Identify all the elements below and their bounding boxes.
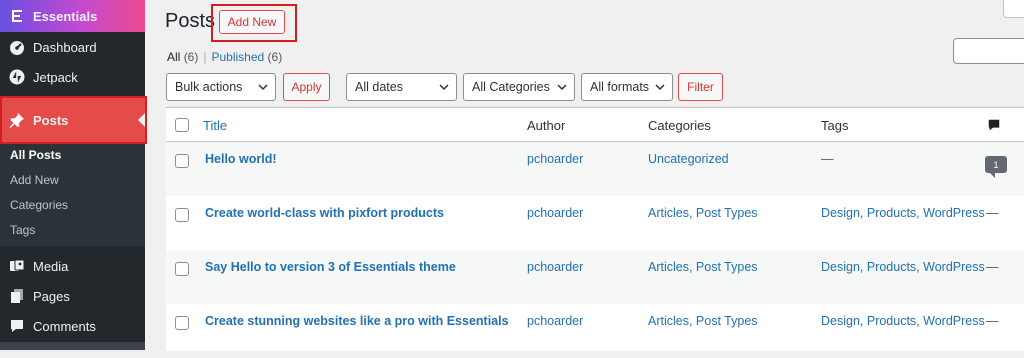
screen-options-tab[interactable] [1003, 0, 1024, 18]
post-categories[interactable]: Articles, Post Types [648, 314, 758, 328]
current-menu-arrow-icon [138, 113, 145, 127]
filter-button[interactable]: Filter [678, 73, 723, 101]
pushpin-icon [9, 112, 25, 128]
column-header-categories: Categories [648, 118, 711, 133]
pages-icon [9, 288, 25, 304]
post-categories[interactable]: Articles, Post Types [648, 206, 758, 220]
sidebar-item-jetpack[interactable]: Jetpack [0, 62, 145, 92]
chevron-down-icon [439, 84, 449, 91]
sidebar-item-essentials[interactable]: Essentials [0, 0, 145, 32]
bulk-actions-value: Bulk actions [175, 80, 243, 94]
post-title-link[interactable]: Create stunning websites like a pro with… [205, 314, 509, 328]
row-checkbox[interactable] [175, 262, 189, 276]
comment-count: — [986, 314, 999, 328]
bulk-actions-select[interactable]: Bulk actions [166, 73, 276, 101]
dates-filter-select[interactable]: All dates [346, 73, 457, 101]
formats-filter-select[interactable]: All formats [581, 73, 673, 101]
dashboard-icon [9, 39, 25, 55]
dates-filter-value: All dates [355, 80, 403, 94]
sidebar-item-label: Pages [33, 288, 70, 304]
table-row: Hello world! pchoarder Uncategorized — 1 [166, 142, 1024, 196]
submenu-item-tags[interactable]: Tags [10, 223, 35, 237]
sidebar-item-label: Posts [33, 112, 69, 128]
essentials-logo-icon [9, 8, 25, 24]
media-icon [9, 258, 25, 274]
post-tags[interactable]: Design, Products, WordPress [821, 260, 985, 274]
post-categories[interactable]: Uncategorized [648, 152, 729, 166]
post-title-link[interactable]: Say Hello to version 3 of Essentials the… [205, 260, 456, 274]
posts-submenu: All Posts Add New Categories Tags [0, 144, 145, 246]
post-categories[interactable]: Articles, Post Types [648, 260, 758, 274]
categories-filter-value: All Categories [472, 80, 550, 94]
comment-count: — [986, 206, 999, 220]
table-row: Say Hello to version 3 of Essentials the… [166, 250, 1024, 304]
post-title-link[interactable]: Create world-class with pixfort products [205, 206, 444, 220]
posts-table: Title Author Categories Tags Hello world… [166, 107, 1024, 351]
submenu-item-add-new[interactable]: Add New [10, 173, 59, 187]
post-author-link[interactable]: pchoarder [527, 260, 583, 274]
apply-button[interactable]: Apply [283, 73, 330, 101]
chevron-down-icon [258, 84, 268, 91]
column-header-title[interactable]: Title [203, 118, 227, 133]
sidebar-item-posts[interactable]: Posts [0, 98, 145, 142]
select-all-checkbox[interactable] [175, 118, 189, 132]
post-title-link[interactable]: Hello world! [205, 152, 277, 166]
view-all-count: (6) [183, 50, 199, 64]
sidebar-item-media[interactable]: Media [0, 251, 145, 281]
post-author-link[interactable]: pchoarder [527, 314, 583, 328]
row-checkbox[interactable] [175, 316, 189, 330]
table-row: Create world-class with pixfort products… [166, 196, 1024, 250]
column-header-tags: Tags [821, 118, 849, 133]
page-title: Posts [165, 10, 216, 32]
column-header-author: Author [527, 118, 566, 133]
row-checkbox[interactable] [175, 154, 189, 168]
search-posts-input[interactable] [953, 38, 1024, 64]
submenu-item-all-posts[interactable]: All Posts [10, 148, 61, 162]
views-separator: | [203, 50, 207, 64]
sidebar-item-pages[interactable]: Pages [0, 281, 145, 311]
comments-icon [9, 318, 25, 334]
post-tags: — [821, 152, 834, 166]
row-checkbox[interactable] [175, 208, 189, 222]
view-published-link[interactable]: Published [211, 50, 264, 64]
chevron-down-icon [557, 84, 567, 91]
post-tags[interactable]: Design, Products, WordPress [821, 206, 985, 220]
post-tags[interactable]: Design, Products, WordPress [821, 314, 985, 328]
sidebar-item-label: Jetpack [33, 69, 78, 85]
add-new-button[interactable]: Add New [219, 10, 285, 34]
post-status-views: All (6) | Published (6) [167, 50, 282, 64]
categories-filter-select[interactable]: All Categories [463, 73, 575, 101]
view-all-link[interactable]: All [167, 50, 180, 64]
view-published-count: (6) [267, 50, 283, 64]
comment-count-bubble[interactable]: 1 [985, 156, 1007, 178]
submenu-item-categories[interactable]: Categories [10, 198, 68, 212]
sidebar-item-label: Comments [33, 318, 96, 334]
post-author-link[interactable]: pchoarder [527, 152, 583, 166]
sidebar-item-label: Dashboard [33, 39, 97, 55]
sidebar-item-comments[interactable]: Comments [0, 311, 145, 341]
sidebar-brand-label: Essentials [33, 8, 98, 24]
chevron-down-icon [655, 84, 665, 91]
jetpack-icon [9, 69, 25, 85]
admin-sidebar: Essentials Dashboard Jetpack Posts All P… [0, 0, 147, 350]
comment-count: — [986, 260, 999, 274]
sidebar-item-label: Media [33, 258, 69, 274]
post-author-link[interactable]: pchoarder [527, 206, 583, 220]
sidebar-item-next [0, 342, 145, 350]
sidebar-item-dashboard[interactable]: Dashboard [0, 32, 145, 62]
comments-column-icon[interactable] [987, 118, 1001, 132]
formats-filter-value: All formats [590, 80, 650, 94]
